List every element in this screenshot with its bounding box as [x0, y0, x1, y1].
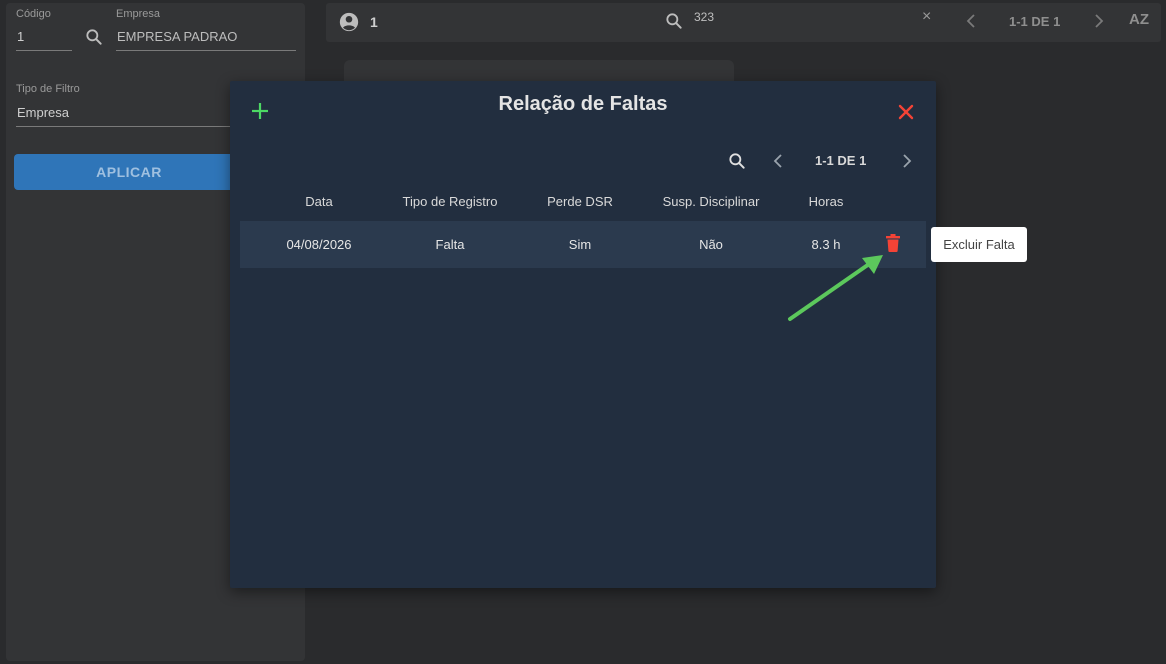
chevron-right-icon[interactable] — [1092, 13, 1106, 34]
page-info: 1-1 DE 1 — [1009, 14, 1061, 29]
empresa-label: Empresa — [116, 8, 161, 20]
column-header-tipo[interactable]: Tipo de Registro — [390, 194, 510, 209]
faltas-dialog: Relação de Faltas 1-1 DE 1 Data Tipo de … — [230, 81, 936, 588]
account-circle-icon — [338, 11, 360, 38]
tipo-filtro-select[interactable]: Empresa — [17, 105, 69, 120]
codigo-underline — [16, 50, 72, 51]
codigo-label: Código — [16, 8, 51, 20]
search-icon[interactable] — [664, 11, 684, 36]
empresa-field[interactable]: EMPRESA PADRAO — [117, 29, 237, 44]
page-info: 1-1 DE 1 — [815, 153, 867, 168]
empresa-underline — [116, 50, 296, 51]
column-header-data[interactable]: Data — [279, 194, 359, 209]
close-icon[interactable] — [897, 103, 915, 126]
codigo-field[interactable]: 1 — [17, 29, 24, 44]
delete-tooltip: Excluir Falta — [931, 227, 1027, 262]
close-icon[interactable]: × — [922, 8, 931, 26]
annotation-arrow-icon — [788, 255, 883, 321]
cell-data: 04/08/2026 — [286, 237, 352, 252]
chevron-left-icon[interactable] — [771, 153, 785, 174]
chevron-left-icon[interactable] — [964, 13, 978, 34]
dialog-title: Relação de Faltas — [498, 93, 668, 115]
chevron-right-icon[interactable] — [900, 153, 914, 174]
apply-button[interactable]: APLICAR — [14, 154, 244, 190]
cell-susp: Não — [699, 237, 723, 252]
column-header-horas[interactable]: Horas — [796, 194, 856, 209]
empresa-search-button[interactable] — [82, 25, 106, 49]
cell-tipo: Falta — [435, 237, 465, 252]
search-icon — [86, 29, 102, 45]
search-input[interactable]: 323 — [694, 10, 714, 24]
tipo-filtro-underline — [16, 126, 246, 127]
tipo-filtro-label: Tipo de Filtro — [16, 83, 80, 95]
list-toolbar: 1 323 × 1-1 DE 1 AZ — [326, 3, 1161, 42]
column-header-susp[interactable]: Susp. Disciplinar — [651, 194, 771, 209]
column-header-perde-dsr[interactable]: Perde DSR — [530, 194, 630, 209]
sort-alpha-icon[interactable]: AZ — [1129, 11, 1149, 28]
cell-perde-dsr: Sim — [568, 237, 592, 252]
search-icon[interactable] — [727, 151, 747, 176]
user-count: 1 — [370, 14, 378, 30]
